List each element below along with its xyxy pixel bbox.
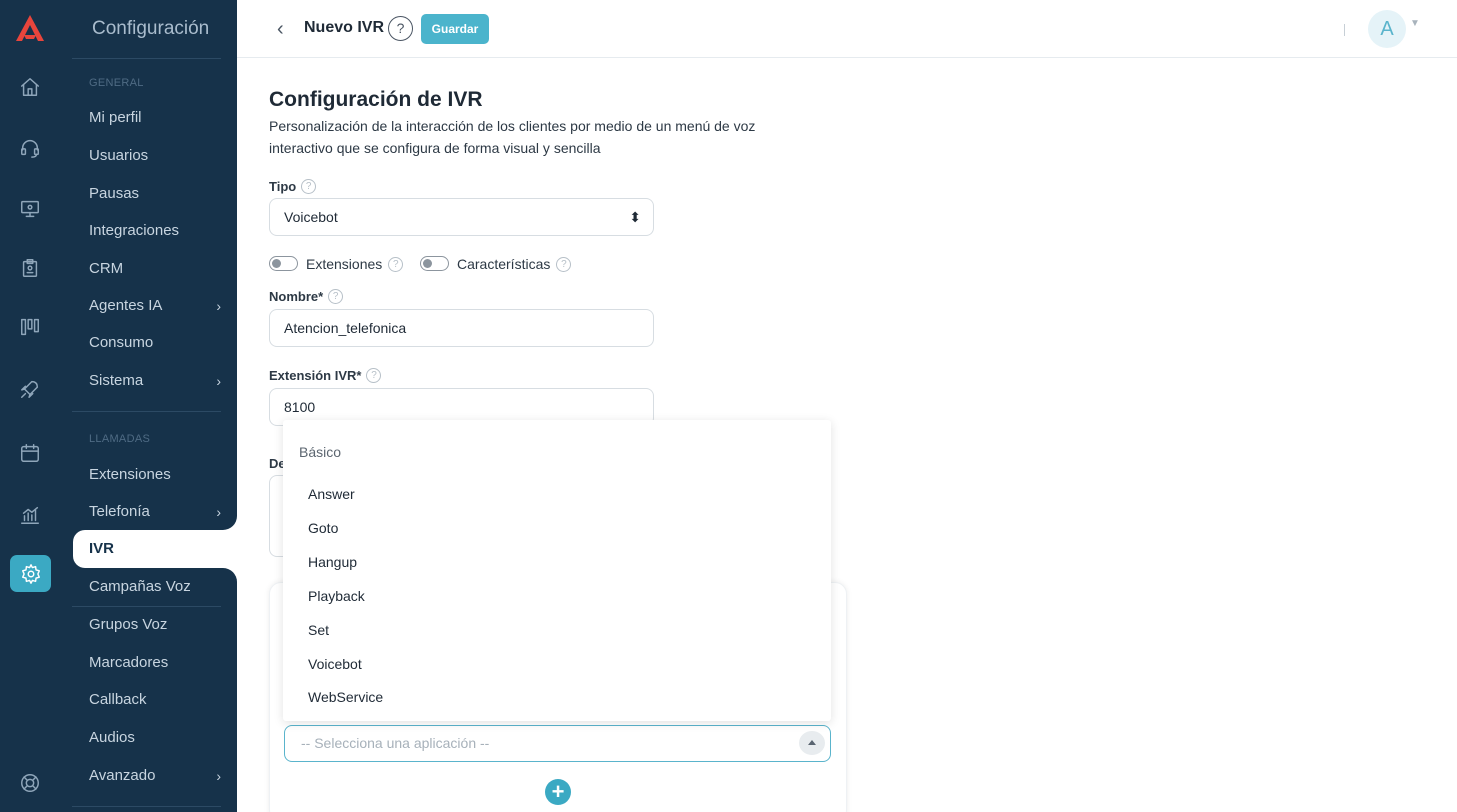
option-answer[interactable]: Answer xyxy=(308,486,355,502)
form-heading: Configuración de IVR xyxy=(269,88,483,111)
extensiones-toggle[interactable] xyxy=(269,256,298,271)
chevron-up-icon[interactable] xyxy=(799,731,825,755)
application-dropdown: Básico Answer Goto Hangup Playback Set V… xyxy=(283,420,831,721)
headset-icon[interactable] xyxy=(16,134,44,162)
page-title: Nuevo IVR xyxy=(304,19,385,36)
sidebar-item-usuarios[interactable]: Usuarios xyxy=(89,147,221,164)
sidebar-item-agentes-ia[interactable]: Agentes IA › xyxy=(89,297,221,314)
option-webservice[interactable]: WebService xyxy=(308,689,383,705)
form-description: Personalización de la interacción de los… xyxy=(269,118,756,156)
option-playback[interactable]: Playback xyxy=(308,588,365,604)
sidebar-title: Configuración xyxy=(92,18,210,39)
nombre-label: Nombre*? xyxy=(269,289,344,304)
sidebar-item-crm[interactable]: CRM xyxy=(89,260,221,277)
caracteristicas-label: Características? xyxy=(457,256,572,272)
save-button[interactable]: Guardar xyxy=(421,14,489,44)
chevron-right-icon: › xyxy=(216,372,221,389)
divider xyxy=(72,606,221,607)
monitor-icon[interactable] xyxy=(16,195,44,223)
option-goto[interactable]: Goto xyxy=(308,520,338,536)
chart-icon[interactable] xyxy=(16,501,44,529)
sidebar-item-integraciones[interactable]: Integraciones xyxy=(89,222,221,239)
divider xyxy=(72,411,221,412)
help-icon[interactable]: ? xyxy=(388,16,413,41)
extension-label: Extensión IVR*? xyxy=(269,368,382,383)
divider xyxy=(72,58,221,59)
section-llamadas: LLAMADAS xyxy=(89,433,151,445)
help-icon[interactable]: ? xyxy=(328,289,344,304)
lifebuoy-icon[interactable] xyxy=(16,769,44,797)
add-button[interactable]: + xyxy=(545,779,571,805)
sidebar-item-pausas[interactable]: Pausas xyxy=(89,185,221,202)
chevron-right-icon: › xyxy=(216,503,221,520)
sort-arrows-icon: ⬍ xyxy=(629,209,641,225)
config-sidebar: Configuración GENERAL Mi perfil Usuarios… xyxy=(57,0,237,812)
sidebar-item-avanzado[interactable]: Avanzado › xyxy=(89,767,221,784)
caracteristicas-toggle[interactable] xyxy=(420,256,449,271)
sidebar-item-ivr[interactable]: IVR xyxy=(73,530,237,568)
help-icon[interactable]: ? xyxy=(388,256,404,272)
sidebar-item-audios[interactable]: Audios xyxy=(89,729,221,746)
icon-rail xyxy=(0,0,57,812)
help-icon[interactable]: ? xyxy=(301,179,317,194)
rocket-icon[interactable] xyxy=(16,375,44,403)
sidebar-item-callback[interactable]: Callback xyxy=(89,691,221,708)
sidebar-item-consumo[interactable]: Consumo xyxy=(89,334,221,351)
section-general: GENERAL xyxy=(89,77,144,89)
settings-icon[interactable] xyxy=(10,555,51,592)
home-icon[interactable] xyxy=(16,73,44,101)
dropdown-group-label: Básico xyxy=(299,444,342,460)
tipo-select[interactable]: Voicebot ⬍ xyxy=(269,198,654,236)
help-icon[interactable]: ? xyxy=(556,256,572,272)
option-hangup[interactable]: Hangup xyxy=(308,554,357,570)
chevron-right-icon: › xyxy=(216,767,221,784)
sidebar-item-sistema[interactable]: Sistema › xyxy=(89,372,221,389)
logo-icon[interactable] xyxy=(14,13,46,43)
calendar-icon[interactable] xyxy=(16,439,44,467)
chevron-down-icon[interactable]: ▼ xyxy=(1410,18,1420,29)
help-icon[interactable]: ? xyxy=(366,368,382,383)
tipo-label: Tipo? xyxy=(269,179,317,194)
nombre-input[interactable]: Atencion_telefonica xyxy=(269,309,654,347)
divider xyxy=(1344,24,1345,36)
chevron-right-icon: › xyxy=(216,297,221,314)
kanban-icon[interactable] xyxy=(16,313,44,341)
back-arrow-icon[interactable]: ‹ xyxy=(277,18,284,41)
application-select[interactable]: -- Selecciona una aplicación -- xyxy=(284,725,831,762)
badge-icon[interactable] xyxy=(16,254,44,282)
sidebar-item-marcadores[interactable]: Marcadores xyxy=(89,654,221,671)
divider xyxy=(72,806,221,807)
sidebar-item-grupos-voz[interactable]: Grupos Voz xyxy=(89,616,221,633)
extensiones-label: Extensiones? xyxy=(306,256,404,272)
sidebar-item-telefonia[interactable]: Telefonía › xyxy=(89,503,221,520)
avatar[interactable]: A xyxy=(1368,10,1406,48)
sidebar-item-extensiones[interactable]: Extensiones xyxy=(89,466,221,483)
option-voicebot[interactable]: Voicebot xyxy=(308,656,362,672)
sidebar-item-campanas-voz[interactable]: Campañas Voz xyxy=(89,578,221,595)
top-header: ‹ Nuevo IVR ? Guardar A ▼ xyxy=(237,0,1457,58)
sidebar-item-mi-perfil[interactable]: Mi perfil xyxy=(89,109,221,126)
option-set[interactable]: Set xyxy=(308,622,329,638)
